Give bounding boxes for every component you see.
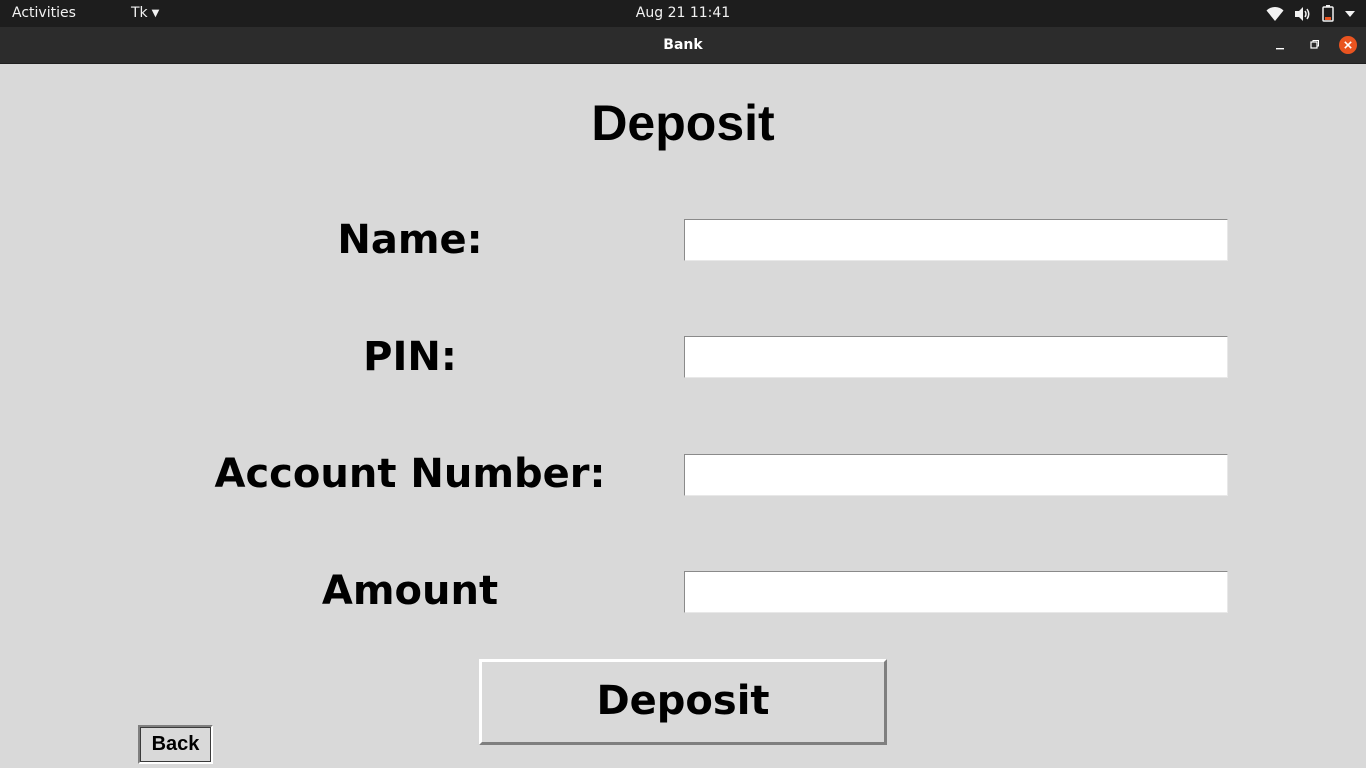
name-input[interactable] [684, 219, 1228, 261]
pin-label: PIN: [363, 334, 457, 380]
wifi-icon [1266, 6, 1284, 22]
activities-button[interactable]: Activities [12, 5, 76, 21]
minimize-icon[interactable] [1271, 36, 1289, 54]
window-title: Bank [663, 37, 703, 53]
app-menu-label: Tk [131, 5, 148, 21]
clock[interactable]: Aug 21 11:41 [636, 5, 730, 21]
system-tray[interactable] [1266, 4, 1356, 23]
pin-input[interactable] [684, 336, 1228, 378]
page-title: Deposit [591, 95, 775, 151]
deposit-button[interactable]: Deposit [479, 659, 887, 745]
account-number-label: Account Number: [214, 451, 606, 497]
system-menu-icon [1344, 10, 1356, 18]
name-label: Name: [337, 217, 483, 263]
chevron-down-icon: ▼ [151, 8, 160, 19]
maximize-icon[interactable] [1305, 36, 1323, 54]
top-bar: Activities Tk ▼ Aug 21 11:41 [0, 0, 1366, 27]
window-titlebar[interactable]: Bank [0, 27, 1366, 64]
back-button[interactable]: Back [138, 725, 213, 764]
volume-icon [1294, 6, 1312, 22]
amount-input[interactable] [684, 571, 1228, 613]
close-icon[interactable] [1339, 36, 1357, 54]
amount-label: Amount [321, 568, 499, 614]
deposit-form: Deposit Name: PIN: Account Number: Amoun… [0, 64, 1366, 768]
app-menu[interactable]: Tk ▼ [131, 5, 159, 21]
account-number-input[interactable] [684, 454, 1228, 496]
battery-icon [1322, 5, 1334, 22]
